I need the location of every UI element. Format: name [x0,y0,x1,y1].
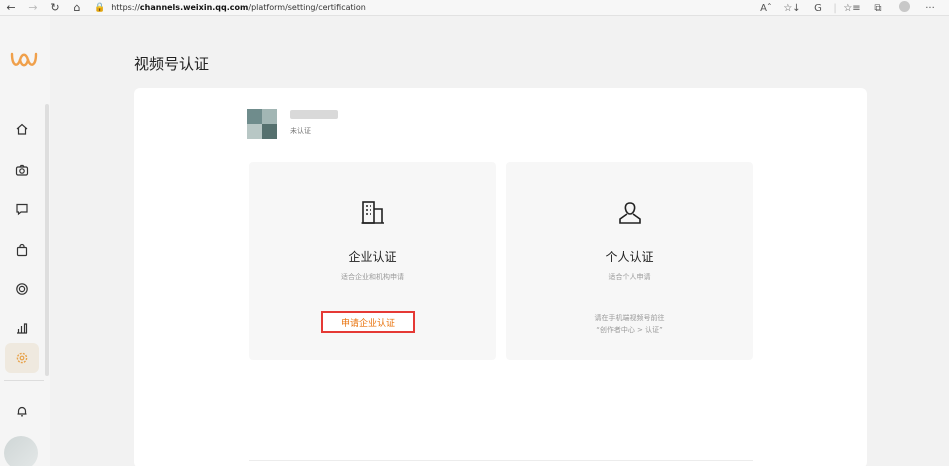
page-title: 视频号认证 [134,55,210,73]
add-favorite-icon[interactable]: ☆↓ [779,3,805,14]
refresh-icon[interactable]: ↻ [44,0,66,16]
user-avatar[interactable] [4,436,38,466]
lock-icon: 🔒 [94,2,106,13]
settings-icon[interactable] [5,343,39,373]
url-text: https://channels.weixin.qq.com/platform/… [111,3,366,12]
enterprise-title: 企业认证 [348,250,397,264]
camera-icon[interactable] [5,155,39,185]
shopping-bag-icon[interactable] [5,235,39,265]
more-icon[interactable]: ··· [917,3,943,14]
personal-hint: 请在手机端视频号前往 “创作者中心 > 认证” [506,312,753,336]
browser-toolbar: ← → ↻ ⌂ 🔒 https://channels.weixin.qq.com… [0,0,949,16]
apply-enterprise-button[interactable]: 申请企业认证 [321,311,415,333]
sidebar-scrollbar[interactable] [45,104,49,376]
enterprise-description: 适合企业和机构申请 [341,273,404,281]
favorites-icon[interactable]: ☆≡ [839,3,865,14]
toolbar-separator: | [833,2,837,14]
personal-title: 个人认证 [605,250,654,264]
comment-icon[interactable] [5,194,39,224]
account-avatar [247,109,277,139]
home-icon[interactable]: ⌂ [66,0,88,16]
sidebar [0,16,50,466]
enterprise-certification-option: 企业认证 适合企业和机构申请 申请企业认证 [249,162,496,360]
personal-certification-option: 个人认证 适合个人申请 请在手机端视频号前往 “创作者中心 > 认证” [506,162,753,360]
read-aloud-icon[interactable]: Aˆ [753,3,779,14]
content-divider [249,460,753,461]
account-name-redacted [290,110,338,119]
certification-card: 未认证 企业认证 适合企业和机构申请 申请企业认证 个人认证 适合个人申请 请在… [134,88,867,466]
collections-icon[interactable]: ⧉ [865,3,891,14]
profile-icon[interactable] [891,1,917,15]
notification-bell-icon[interactable] [5,396,39,426]
live-icon[interactable] [5,274,39,304]
forward-icon[interactable]: → [22,0,44,16]
back-icon[interactable]: ← [0,0,22,16]
home-icon[interactable] [5,114,39,144]
person-icon [618,202,641,224]
sidebar-divider [4,380,44,381]
channels-logo-icon[interactable] [9,50,39,70]
data-chart-icon[interactable] [5,313,39,343]
address-bar[interactable]: 🔒 https://channels.weixin.qq.com/platfor… [94,0,366,16]
personal-hint-line2: “创作者中心 > 认证” [596,326,663,334]
extension-icon[interactable]: G [805,3,831,14]
personal-hint-line1: 请在手机端视频号前往 [594,314,665,322]
building-icon [361,201,384,224]
account-status: 未认证 [290,127,311,135]
personal-description: 适合个人申请 [608,273,651,281]
